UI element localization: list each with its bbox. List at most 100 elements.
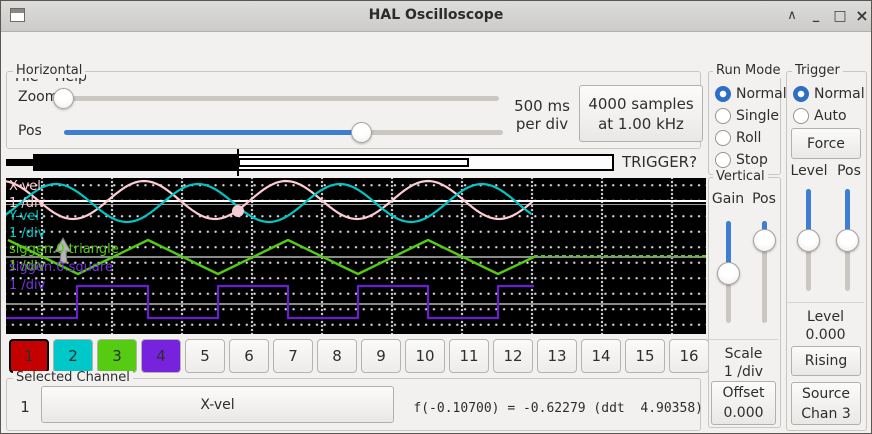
trace-label: 1 /div — [9, 278, 45, 293]
trigger-mode-option-normal[interactable]: Normal — [786, 83, 865, 105]
vertical-scale-label: Scale — [708, 346, 779, 362]
vertical-offset-button[interactable]: Offset 0.000 — [711, 381, 776, 425]
trigger-mode-options: Normal Auto — [786, 83, 865, 127]
trigger-level-value: 0.000 — [787, 327, 864, 343]
trace-label: siggen.0.square — [9, 260, 113, 275]
zero-axis-line — [6, 200, 706, 202]
zero-axis-line — [6, 303, 706, 305]
shade-button[interactable]: ∧ — [783, 7, 801, 25]
radio-icon[interactable] — [715, 130, 731, 146]
window-title: HAL Oscilloscope — [1, 7, 871, 23]
run-mode-option-label: Single — [736, 108, 779, 124]
channel-button-16[interactable]: 16 — [669, 339, 709, 373]
channel-button-3[interactable]: 3 — [97, 339, 137, 373]
scope-display[interactable]: X-vel1 /divY-vel1 /divsiggen.0.triangle1… — [6, 178, 706, 334]
trace-label: 1 /div — [9, 226, 45, 241]
radio-icon[interactable] — [715, 108, 731, 124]
trigger-mode-option-label: Normal — [814, 86, 865, 102]
vertical-title: Vertical — [713, 170, 768, 184]
channel-name-button[interactable]: X-vel — [41, 386, 394, 423]
radio-icon[interactable] — [715, 86, 731, 102]
trigger-source-line1: Source — [802, 384, 850, 404]
menu-bar: File Help — [1, 31, 871, 59]
run-mode-option-roll[interactable]: Roll — [708, 127, 779, 149]
run-mode-option-label: Normal — [736, 86, 787, 102]
vertical-pos-handle[interactable] — [753, 229, 776, 252]
close-button[interactable]: × — [853, 7, 871, 25]
trigger-pos-label: Pos — [833, 163, 865, 179]
channel-button-7[interactable]: 7 — [273, 339, 313, 373]
trigger-level-value-label: Level — [787, 309, 864, 325]
run-mode-option-normal[interactable]: Normal — [708, 83, 779, 105]
channel-button-10[interactable]: 10 — [405, 339, 445, 373]
timebase-value: 500 ms — [511, 97, 573, 115]
channel-button-4[interactable]: 4 — [141, 339, 181, 373]
channel-button-13[interactable]: 13 — [537, 339, 577, 373]
zoom-slider-handle[interactable] — [53, 88, 74, 109]
run-mode-option-label: Stop — [736, 152, 768, 168]
run-mode-options: Normal Single Roll Stop — [708, 83, 779, 171]
vertical-gain-label: Gain — [710, 191, 746, 207]
minimize-button[interactable]: _ — [807, 7, 825, 25]
trigger-mode-option-auto[interactable]: Auto — [786, 105, 865, 127]
channel-button-5[interactable]: 5 — [185, 339, 225, 373]
run-mode-option-label: Roll — [736, 130, 761, 146]
trigger-edge-button[interactable]: Rising — [791, 346, 861, 376]
vertical-offset-line2: 0.000 — [723, 403, 763, 423]
radio-icon[interactable] — [793, 108, 809, 124]
trigger-level-handle[interactable] — [797, 229, 820, 252]
channel-button-2[interactable]: 2 — [53, 339, 93, 373]
radio-icon[interactable] — [715, 152, 731, 168]
channel-button-6[interactable]: 6 — [229, 339, 269, 373]
pos-label: Pos — [18, 123, 42, 139]
trigger-point-marker — [232, 205, 244, 217]
channel-button-9[interactable]: 9 — [361, 339, 401, 373]
vertical-offset-line1: Offset — [722, 383, 764, 403]
trigger-divider — [787, 302, 864, 303]
zero-axis-line — [6, 204, 706, 205]
trigger-source-button[interactable]: Source Chan 3 — [791, 382, 861, 425]
trigger-source-line2: Chan 3 — [801, 404, 850, 424]
trigger-mode-option-label: Auto — [814, 108, 847, 124]
samples-button[interactable]: 4000 samples at 1.00 kHz — [579, 85, 703, 142]
channel-button-12[interactable]: 12 — [493, 339, 533, 373]
selected-channel-number: 1 — [15, 398, 35, 416]
record-bar-stub — [6, 159, 33, 166]
trigger-position-tick — [237, 149, 239, 176]
record-position-bar[interactable]: TRIGGER? — [1, 147, 711, 177]
vertical-pos-label: Pos — [749, 191, 779, 207]
channel-value-readout: f(-0.10700) = -0.62279 (ddt 4.90358) — [401, 401, 703, 416]
pos-slider-handle[interactable] — [351, 122, 372, 143]
selected-channel-title: Selected Channel — [13, 371, 133, 385]
vertical-gain-handle[interactable] — [717, 262, 740, 285]
trace-label: Y-vel — [9, 209, 39, 224]
maximize-button[interactable]: □ — [831, 7, 849, 25]
run-mode-option-single[interactable]: Single — [708, 105, 779, 127]
record-bar-filled — [33, 154, 238, 171]
hal-oscilloscope-window: HAL Oscilloscope ∧ _ □ × File Help Horiz… — [0, 0, 872, 434]
force-trigger-button[interactable]: Force — [791, 128, 861, 159]
trigger-pos-handle[interactable] — [836, 229, 859, 252]
vertical-divider — [709, 339, 778, 340]
channel-button-11[interactable]: 11 — [449, 339, 489, 373]
channel-button-15[interactable]: 15 — [625, 339, 665, 373]
channel-button-8[interactable]: 8 — [317, 339, 357, 373]
title-bar: HAL Oscilloscope ∧ _ □ × — [1, 1, 871, 32]
view-window-box — [238, 158, 469, 167]
trace-label: siggen.0.triangle — [9, 242, 119, 257]
timebase-unit: per div — [511, 115, 573, 133]
samples-line2: at 1.00 kHz — [598, 114, 684, 134]
run-mode-option-stop[interactable]: Stop — [708, 149, 779, 171]
vertical-scale-value: 1 /div — [708, 364, 779, 380]
radio-icon[interactable] — [793, 86, 809, 102]
zoom-slider[interactable] — [56, 96, 499, 101]
run-mode-title: Run Mode — [713, 64, 783, 78]
trigger-question-label: TRIGGER? — [616, 153, 703, 171]
horizontal-group-title: Horizontal — [13, 64, 85, 78]
samples-line1: 4000 samples — [588, 94, 693, 114]
channel-button-1[interactable]: 1 — [9, 339, 49, 373]
trigger-title: Trigger — [792, 64, 843, 78]
pos-slider-fill — [64, 130, 361, 135]
channel-button-row: 12345678910111213141516 — [1, 339, 711, 373]
channel-button-14[interactable]: 14 — [581, 339, 621, 373]
